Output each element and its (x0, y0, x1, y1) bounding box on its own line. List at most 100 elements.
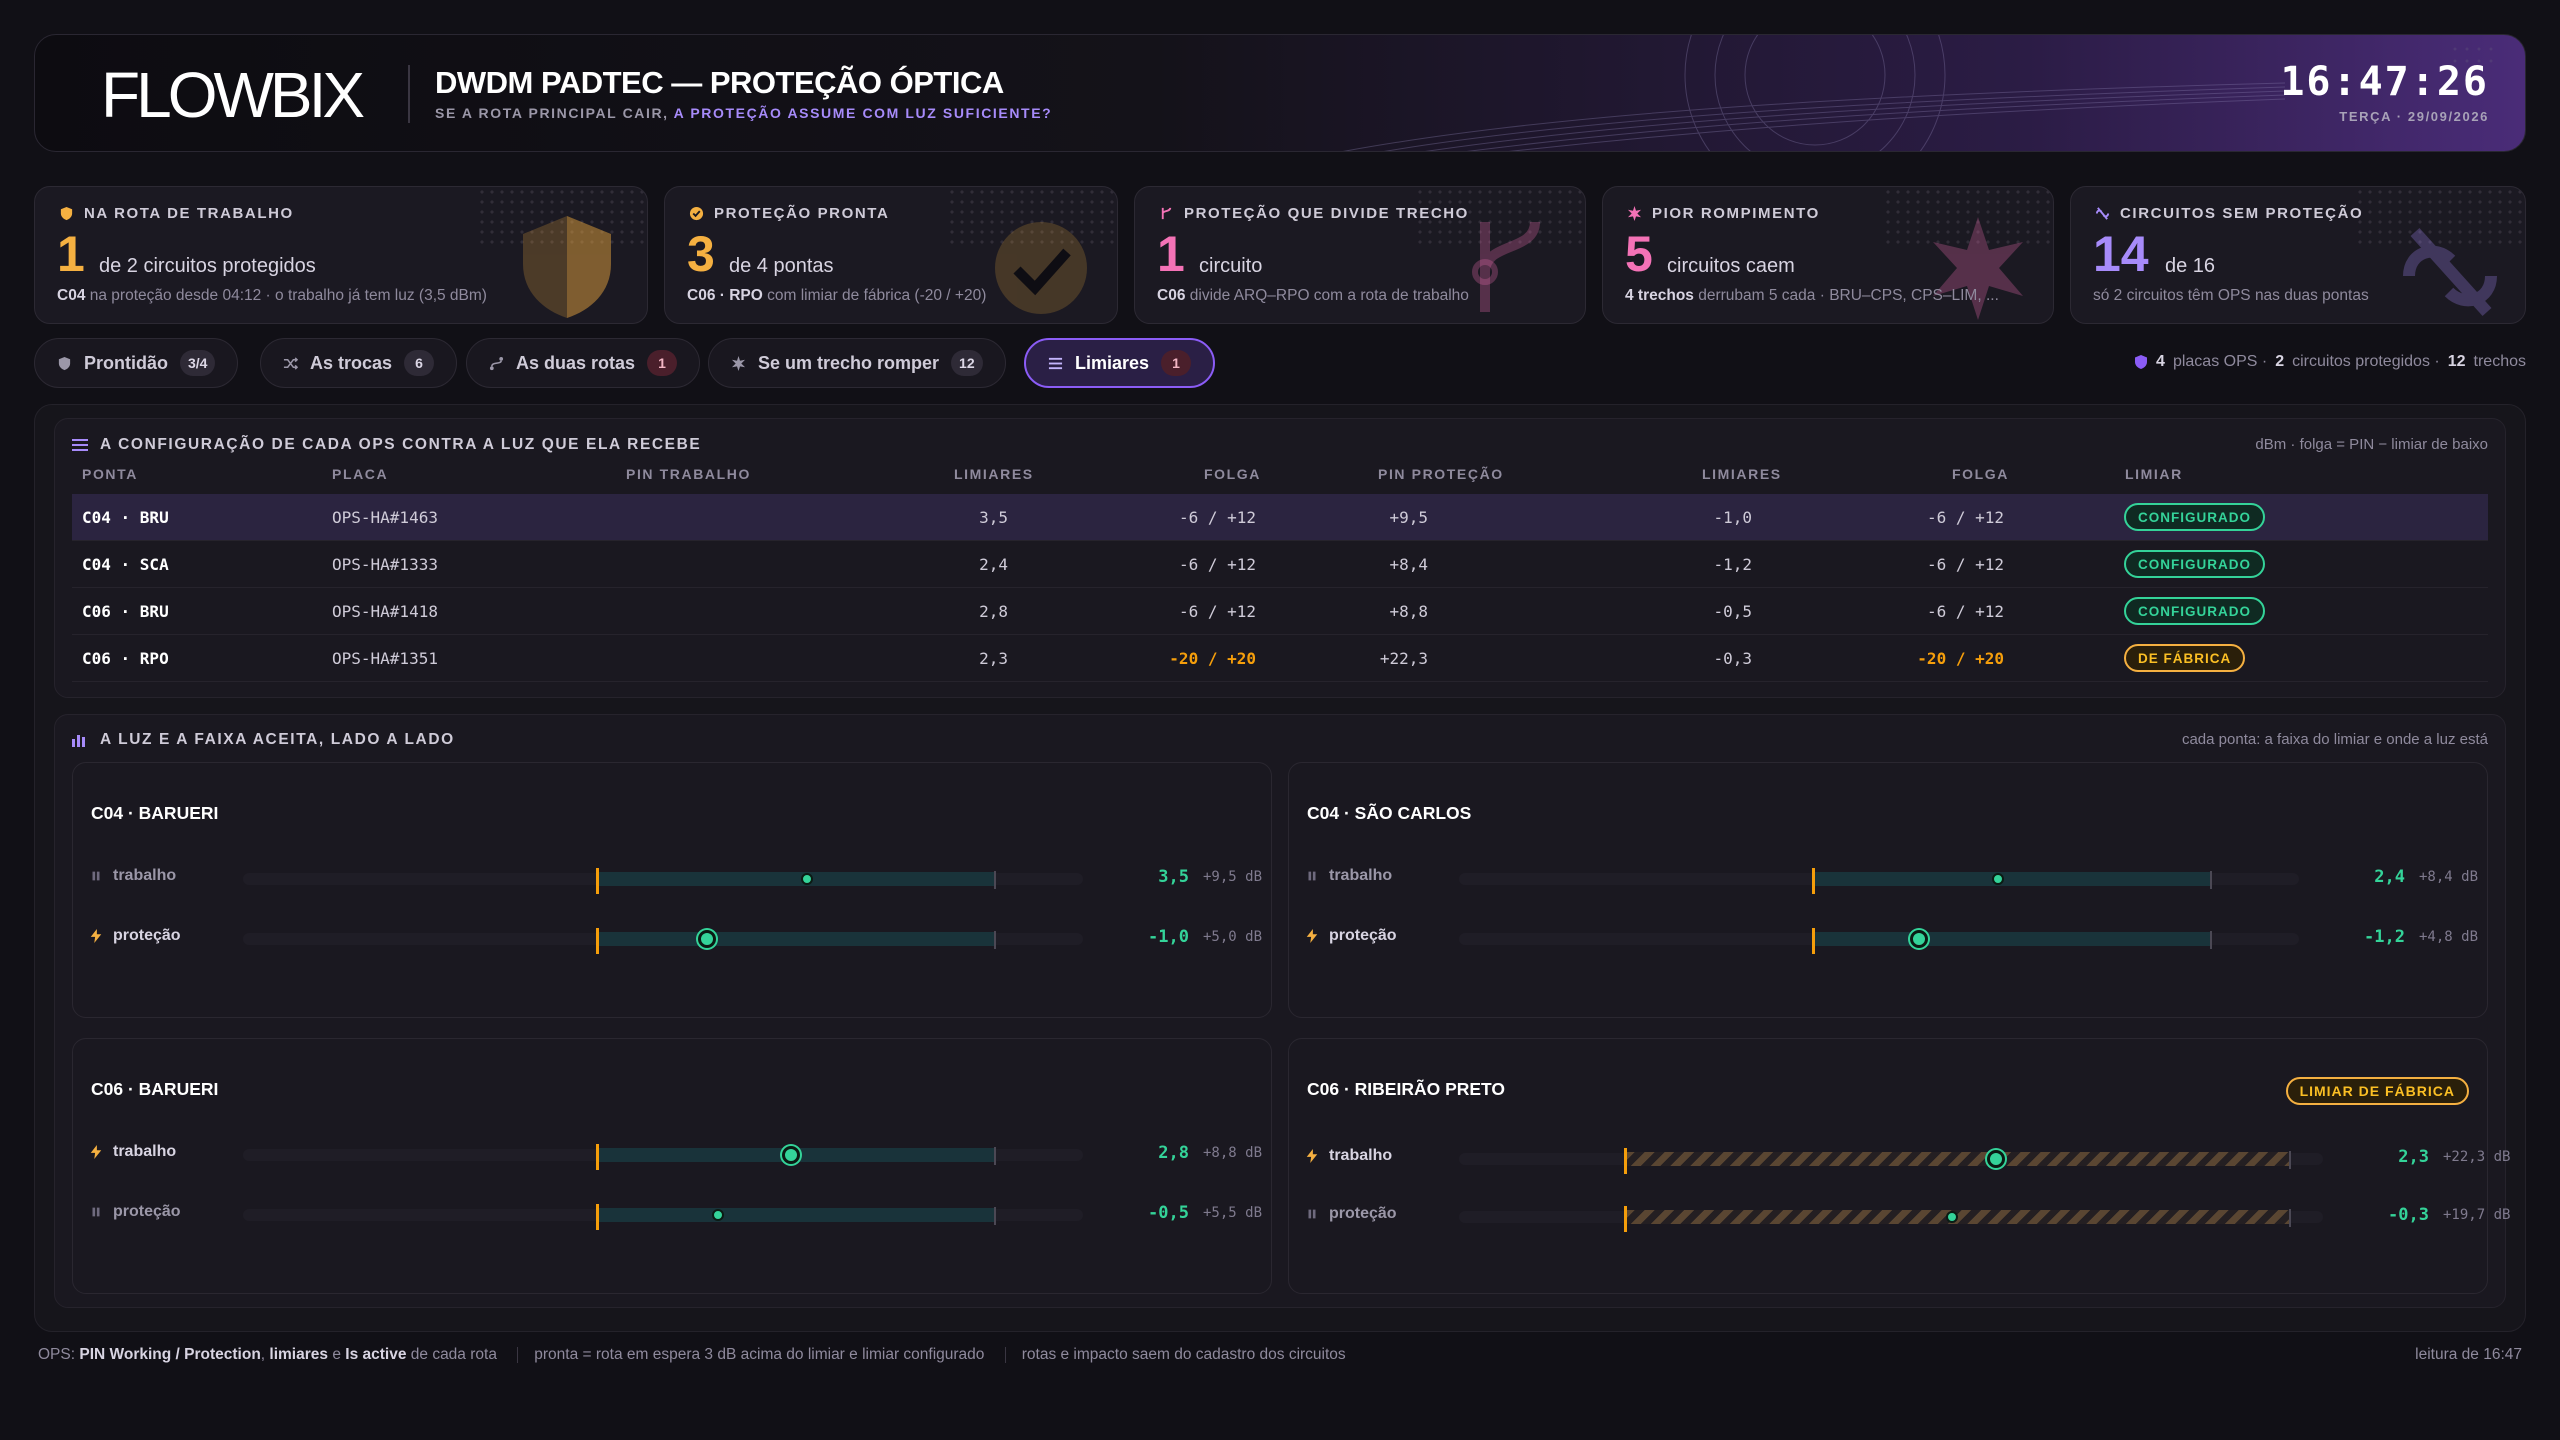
table-row[interactable]: C04 · SCA OPS-HA#1333 2,4 -6 / +12 +8,4 … (72, 541, 2488, 588)
light-track (1459, 928, 2299, 954)
branch-icon (1161, 207, 1172, 220)
column-header: PLACA (332, 466, 389, 482)
kpi-footnote: C06 divide ARQ–RPO com a rota de trabalh… (1157, 287, 1469, 304)
high-threshold-marker (2288, 1151, 2291, 1169)
pin-value: 2,3 (2398, 1147, 2429, 1167)
broken-link-icon (2095, 207, 2110, 220)
tab-label: As duas rotas (516, 352, 636, 373)
table-row[interactable]: C06 · RPO OPS-HA#1351 2,3 -20 / +20 +22,… (72, 635, 2488, 682)
bars-note: cada ponta: a faixa do limiar e onde a l… (2181, 731, 2488, 748)
burst-decoration-icon (1933, 217, 2023, 320)
light-level-dot[interactable] (1909, 930, 1928, 948)
light-level-dot[interactable] (1986, 1150, 2005, 1168)
bolt-icon (1306, 1149, 1318, 1163)
light-row-proteção: proteção -1,2 +4,8 dB (1305, 923, 2503, 954)
column-header: FOLGA (1204, 466, 1261, 482)
ponta-title: C04 · BARUERI (91, 803, 219, 823)
threshold-status-badge: CONFIGURADO (2124, 550, 2265, 578)
kpi-card[interactable]: PROTEÇÃO QUE DIVIDE TRECHO 1 circuito C0… (1134, 186, 1586, 324)
light-track (243, 928, 1083, 954)
margin-value: +5,0 dB (1203, 929, 1263, 945)
light-row-proteção: proteção -1,0 +5,0 dB (89, 923, 1287, 954)
kpi-label: CIRCUITOS SEM PROTEÇÃO (2095, 205, 2363, 222)
tab-badge: 3/4 (180, 350, 216, 376)
kpi-card[interactable]: NA ROTA DE TRABALHO 1 de 2 circuitos pro… (34, 186, 648, 324)
high-threshold-marker (993, 1147, 996, 1165)
table-row[interactable]: C04 · BRU OPS-HA#1463 3,5 -6 / +12 +9,5 … (72, 494, 2488, 541)
bar-chart-icon (72, 735, 85, 747)
shuffle-icon (283, 356, 298, 370)
tab-prontidão[interactable]: Prontidão 3/4 (34, 338, 239, 388)
header: FLOWBIX DWDM PADTEC — PROTEÇÃO ÓPTICA SE… (34, 34, 2526, 152)
pin-value: -1,0 (1148, 927, 1189, 947)
kpi-card[interactable]: PROTEÇÃO PRONTA 3 de 4 pontas C06 · RPO … (664, 186, 1118, 324)
broken-link-decoration-icon (2403, 227, 2497, 317)
kpi-text: circuitos caem (1667, 255, 1795, 277)
reading-time: leitura de 16:47 (2415, 1346, 2522, 1363)
light-row-trabalho: trabalho 3,5 +9,5 dB (89, 863, 1287, 894)
kpi-card[interactable]: PIOR ROMPIMENTO 5 circuitos caem 4 trech… (1602, 186, 2054, 324)
light-level-dot[interactable] (800, 873, 813, 885)
clock: 16:47:26 (2280, 59, 2489, 105)
light-row-proteção: proteção -0,5 +5,5 dB (89, 1199, 1287, 1230)
bars-title: A LUZ E A FAIXA ACEITA, LADO A LADO (72, 731, 455, 749)
margin-value: +5,5 dB (1203, 1205, 1263, 1221)
tab-limiares[interactable]: Limiares 1 (1024, 338, 1216, 388)
kpi-label: NA ROTA DE TRABALHO (59, 205, 294, 222)
header-divider (408, 65, 410, 123)
high-threshold-marker (2209, 931, 2212, 949)
high-threshold-marker (2209, 871, 2212, 889)
tab-as-duas-rotas[interactable]: As duas rotas 1 (466, 338, 701, 388)
low-threshold-marker (595, 868, 599, 894)
svg-text:FLOWBIX: FLOWBIX (101, 61, 364, 127)
light-track (243, 868, 1083, 894)
shield-icon (2135, 355, 2148, 369)
check-circle-icon (689, 206, 704, 221)
column-header: LIMIARES (1702, 466, 1782, 482)
accepted-range (596, 872, 995, 886)
light-row-proteção: proteção -0,3 +19,7 dB (1305, 1201, 2510, 1232)
low-threshold-marker (1811, 868, 1815, 894)
pin-value: -0,5 (1148, 1203, 1189, 1223)
margin-value: +9,5 dB (1203, 869, 1263, 885)
footer: OPS: PIN Working / Protection, limiares … (38, 1346, 1346, 1363)
high-threshold-marker (2288, 1209, 2291, 1227)
kpi-label: PIOR ROMPIMENTO (1627, 205, 1820, 222)
tab-label: As trocas (310, 352, 393, 373)
threshold-status-badge: DE FÁBRICA (2124, 644, 2246, 672)
high-threshold-marker (993, 871, 996, 889)
kpi-footnote: 4 trechos derrubam 5 cada · BRU–CPS, CPS… (1625, 287, 1999, 304)
pause-icon (92, 1207, 100, 1217)
margin-value: +19,7 dB (2443, 1207, 2511, 1223)
pin-value: 3,5 (1158, 867, 1189, 887)
burst-icon (731, 355, 746, 371)
tab-as-trocas[interactable]: As trocas 6 (260, 338, 458, 388)
pause-icon (1308, 1209, 1316, 1219)
sliders-icon (1048, 357, 1063, 369)
kpi-label: PROTEÇÃO PRONTA (689, 205, 889, 222)
burst-icon (1627, 206, 1642, 221)
table-row[interactable]: C06 · BRU OPS-HA#1418 2,8 -6 / +12 +8,8 … (72, 588, 2488, 635)
low-threshold-marker (595, 928, 599, 954)
light-row-trabalho: trabalho 2,4 +8,4 dB (1305, 863, 2503, 894)
light-track (1459, 868, 2299, 894)
tab-se-um-trecho-romper[interactable]: Se um trecho romper 12 (708, 338, 1006, 388)
tab-badge: 1 (647, 350, 678, 376)
column-header: PIN PROTEÇÃO (1378, 466, 1504, 482)
dashboard: FLOWBIX DWDM PADTEC — PROTEÇÃO ÓPTICA SE… (0, 0, 2560, 1440)
pin-value: 2,8 (1158, 1143, 1189, 1163)
check-circle-decoration-icon (995, 222, 1087, 314)
tab-label: Prontidão (84, 352, 168, 373)
high-threshold-marker (993, 931, 996, 949)
column-header: LIMIAR (2125, 466, 2183, 482)
margin-value: +8,4 dB (2419, 869, 2479, 885)
tab-badge: 6 (404, 350, 435, 376)
factory-threshold-badge: LIMIAR DE FÁBRICA (2285, 1077, 2469, 1105)
light-track (1459, 1206, 2323, 1232)
light-track (1459, 1148, 2323, 1174)
pause-icon (92, 871, 100, 881)
kpi-card[interactable]: CIRCUITOS SEM PROTEÇÃO 14 de 16 só 2 cir… (2070, 186, 2526, 324)
routes-icon (489, 356, 504, 370)
page-title: DWDM PADTEC — PROTEÇÃO ÓPTICA (435, 65, 1004, 100)
low-threshold-marker (1624, 1148, 1628, 1174)
